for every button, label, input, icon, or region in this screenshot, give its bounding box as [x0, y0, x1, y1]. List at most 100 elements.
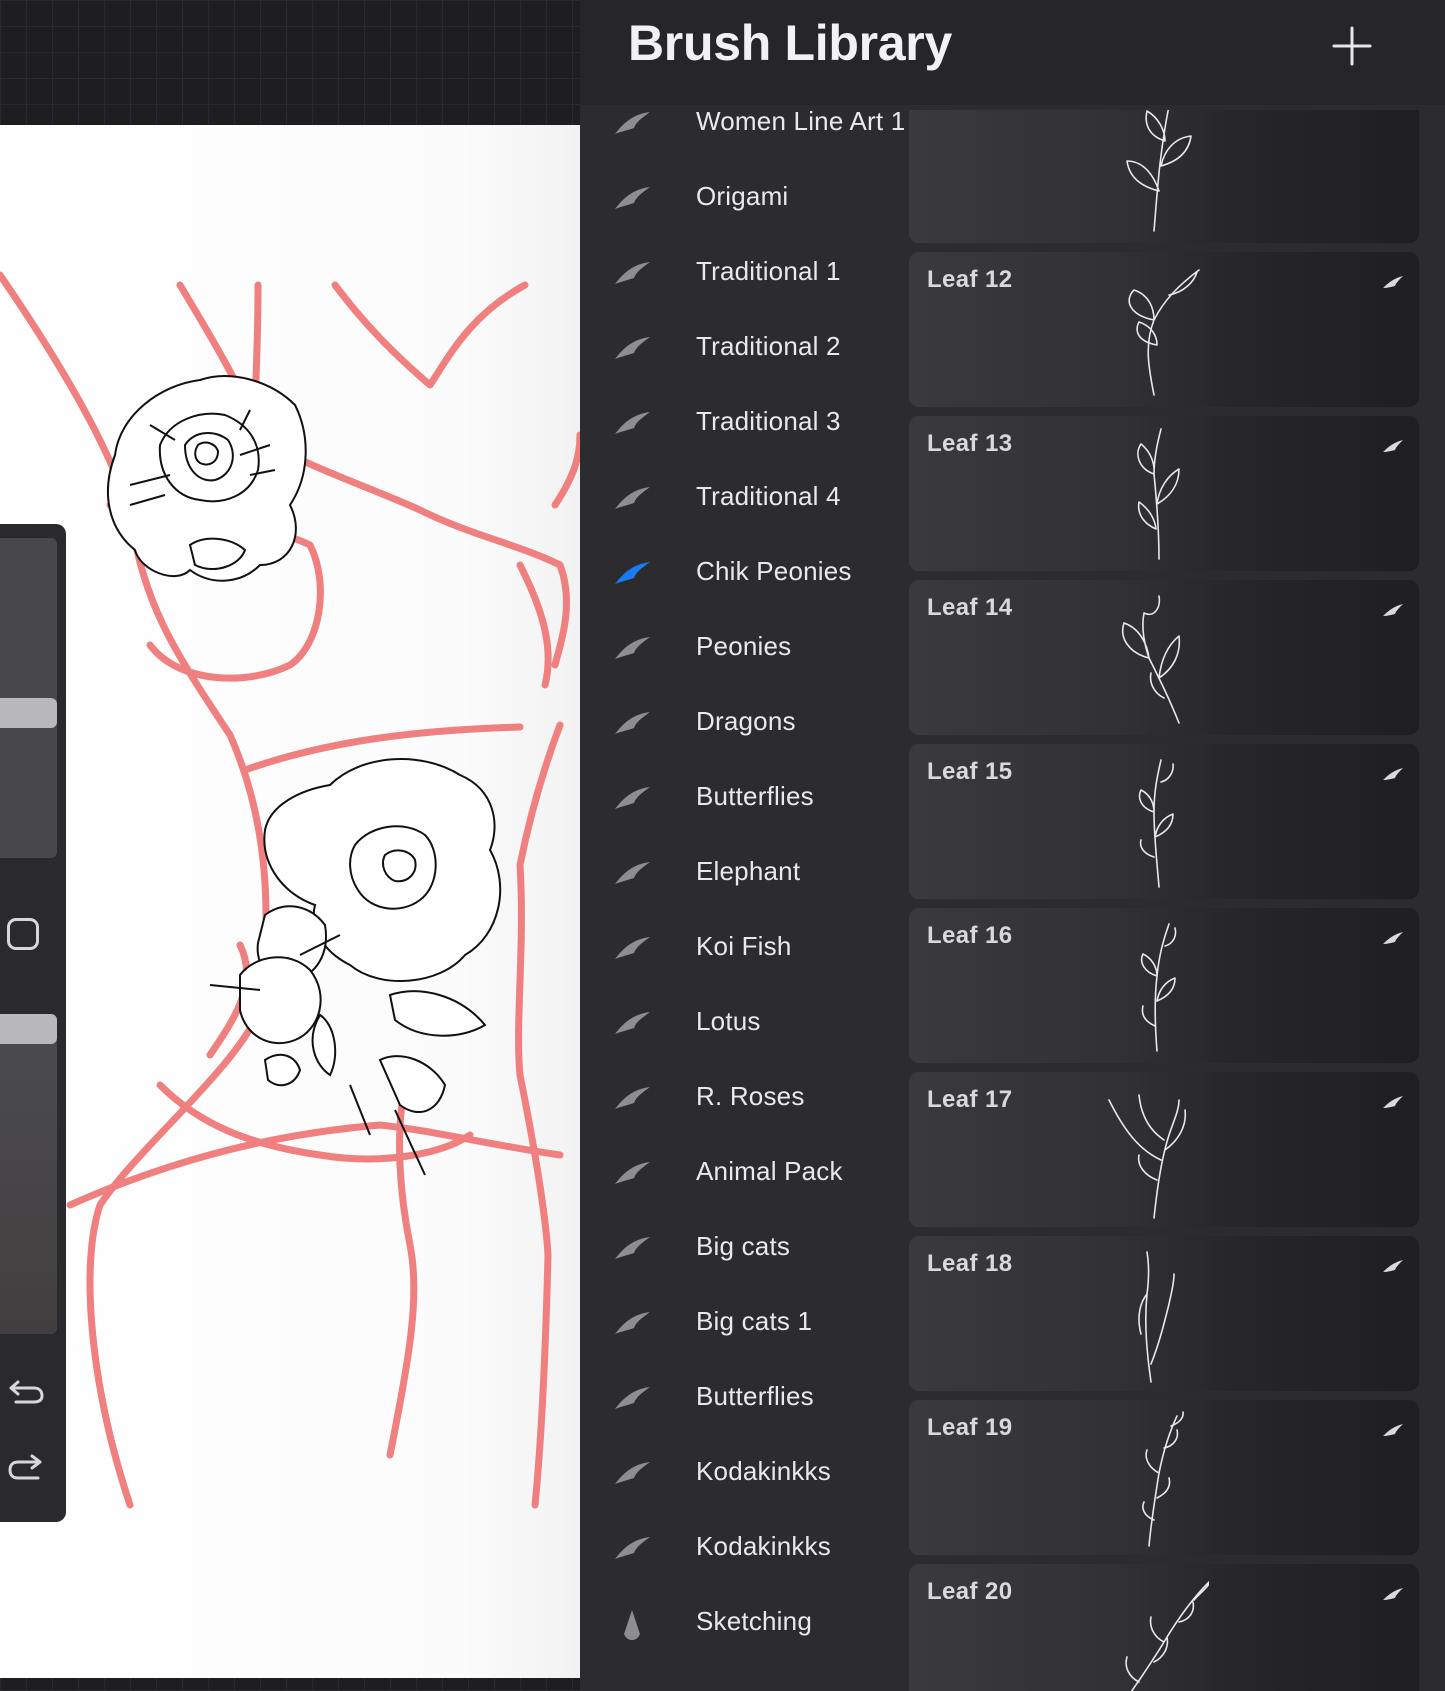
brush-set-label: Big cats [696, 1231, 791, 1261]
brush-set-item[interactable]: Peonies [580, 615, 905, 685]
brush-set-label: Kodakinkks [696, 1531, 831, 1561]
brush-set-item[interactable]: Sketching [580, 1590, 905, 1660]
brush-stroke-icon [615, 112, 650, 134]
brush-stroke-icon [615, 1087, 650, 1109]
brush-set-label: Traditional 1 [696, 256, 841, 286]
brush-set-item[interactable]: Elephant [580, 840, 905, 910]
brush-stroke-icon [615, 712, 650, 734]
brush-name: Leaf 18 [927, 1250, 1013, 1277]
leaf-stroke-preview [1142, 1411, 1184, 1547]
brush-name: Leaf 14 [927, 594, 1013, 621]
brush-set-item[interactable]: Big cats [580, 1215, 905, 1285]
brush-set-label: Traditional 2 [696, 331, 841, 361]
brush-card[interactable]: Leaf 12 [909, 252, 1419, 407]
brush-name: Leaf 16 [927, 922, 1013, 949]
modify-button[interactable] [7, 918, 39, 950]
brush-stroke-icon [615, 262, 650, 284]
brush-stroke-icon [1383, 440, 1403, 452]
brush-set-item[interactable]: Dragons [580, 690, 905, 760]
brush-set-label: Traditional 3 [696, 406, 841, 436]
brush-set-item[interactable]: Women Line Art 1 [580, 90, 905, 160]
undo-icon[interactable] [6, 1372, 46, 1408]
leaf-stroke-preview [1108, 1094, 1187, 1219]
brush-stroke-icon [615, 562, 650, 584]
brush-set-label: Peonies [696, 631, 792, 661]
brush-stroke-icon [1383, 1588, 1403, 1600]
brush-card[interactable]: Leaf 18 [909, 1236, 1419, 1391]
brush-set-label: Dragons [696, 706, 796, 736]
brush-set-item[interactable]: Big cats 1 [580, 1290, 905, 1360]
brush-card[interactable]: Leaf 20 [909, 1564, 1419, 1691]
brush-card[interactable]: Leaf 19 [909, 1400, 1419, 1555]
brush-set-item[interactable]: Traditional 4 [580, 465, 905, 535]
leaf-stroke-preview [1125, 1581, 1209, 1691]
brush-stroke-icon [615, 1387, 650, 1409]
brush-stroke-icon [1383, 768, 1403, 780]
brush-card[interactable]: Leaf 17 [909, 1072, 1419, 1227]
brush-set-label: Sketching [696, 1606, 812, 1636]
leaf-stroke-preview [1128, 269, 1200, 396]
brush-name: Leaf 17 [927, 1086, 1013, 1113]
brush-set-item[interactable]: Koi Fish [580, 915, 905, 985]
brush-set-item[interactable]: Lotus [580, 990, 905, 1060]
brush-set-item[interactable]: Traditional 2 [580, 315, 905, 385]
brush-stroke-icon [615, 937, 650, 959]
brush-set-label: Women Line Art 1 [696, 106, 905, 136]
brush-set-item[interactable]: Traditional 3 [580, 390, 905, 460]
brush-set-label: Origami [696, 181, 789, 211]
brush-set-item[interactable]: Kodakinkks [580, 1515, 905, 1585]
brush-set-label: Animal Pack [696, 1156, 843, 1186]
brush-stroke-icon [615, 1312, 650, 1334]
brush-card[interactable]: Leaf 16 [909, 908, 1419, 1063]
brush-stroke-icon [615, 187, 650, 209]
brush-card[interactable]: Leaf 15 [909, 744, 1419, 899]
pencil-tip-icon [624, 1610, 640, 1640]
leaf-stroke-preview [1137, 428, 1180, 560]
brush-set-item[interactable]: Origami [580, 165, 905, 235]
brush-library-panel: Brush Library Women Line Art 1 Origami Tra… [580, 0, 1445, 1691]
brush-set-item[interactable]: Butterflies [580, 765, 905, 835]
brush-stroke-icon [615, 487, 650, 509]
brush-stroke-icon [1383, 1424, 1403, 1436]
brush-card[interactable] [909, 110, 1419, 243]
brush-opacity-slider[interactable] [0, 1014, 57, 1334]
brush-set-label: Butterflies [696, 1381, 814, 1411]
brush-set-item[interactable]: Butterflies [580, 1365, 905, 1435]
brush-size-slider[interactable] [0, 538, 57, 858]
rose-drawing-small [107, 375, 307, 582]
brush-name: Leaf 20 [927, 1578, 1013, 1605]
brush-set-item[interactable]: Chik Peonies [580, 540, 905, 610]
brush-set-item[interactable]: Kodakinkks [580, 1440, 905, 1510]
add-brush-plus-icon[interactable] [1330, 24, 1374, 68]
brush-stroke-icon [1383, 1096, 1403, 1108]
brush-stroke-icon [1383, 1260, 1403, 1272]
brush-stroke-icon [615, 1462, 650, 1484]
brushes-list[interactable]: Leaf 12 Leaf 13 Leaf 14 Leaf 15 Leaf 16 Leaf … [909, 110, 1419, 1691]
brush-set-item[interactable]: Traditional 1 [580, 240, 905, 310]
brush-set-label: Chik Peonies [696, 556, 852, 586]
leaf-stroke-preview [1138, 759, 1174, 888]
drawing-canvas[interactable] [0, 125, 580, 1678]
brush-stroke-icon [615, 1237, 650, 1259]
brush-card[interactable]: Leaf 14 [909, 580, 1419, 735]
brush-stroke-icon [615, 862, 650, 884]
brush-name: Leaf 13 [927, 430, 1013, 457]
brush-card[interactable]: Leaf 13 [909, 416, 1419, 571]
brush-stroke-icon [615, 1537, 650, 1559]
brush-stroke-icon [1383, 932, 1403, 944]
brush-name: Leaf 12 [927, 266, 1013, 293]
brush-stroke-icon [615, 787, 650, 809]
brush-set-label: Elephant [696, 856, 801, 886]
brush-set-label: Big cats 1 [696, 1306, 813, 1336]
artwork [0, 271, 580, 1509]
brush-set-item[interactable]: R. Roses [580, 1065, 905, 1135]
brush-name: Leaf 19 [927, 1414, 1013, 1441]
brush-stroke-icon [615, 412, 650, 434]
brush-sets-list[interactable]: Women Line Art 1 Origami Traditional 1 Trad… [580, 90, 905, 1691]
brush-size-slider-thumb[interactable] [0, 698, 57, 728]
brush-set-item[interactable]: Animal Pack [580, 1140, 905, 1210]
leaf-stroke-preview [1122, 595, 1181, 724]
sidebar-toolbar [0, 524, 66, 1522]
redo-icon[interactable] [6, 1452, 46, 1488]
brush-opacity-slider-thumb[interactable] [0, 1014, 57, 1044]
